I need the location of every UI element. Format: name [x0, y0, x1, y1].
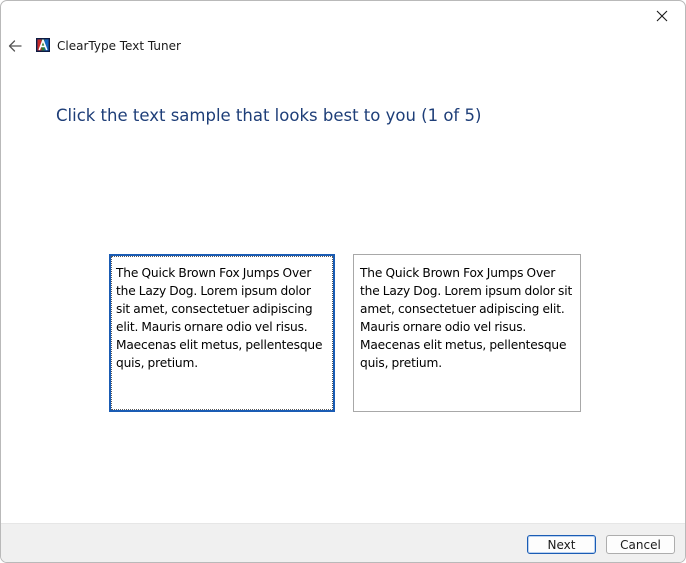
footer-bar: Next Cancel — [1, 523, 685, 562]
back-button[interactable] — [3, 34, 27, 58]
window-title: ClearType Text Tuner — [57, 39, 181, 53]
cleartype-app-icon — [36, 38, 50, 52]
close-button[interactable] — [639, 1, 685, 31]
instruction-heading: Click the text sample that looks best to… — [56, 106, 482, 125]
text-sample-1[interactable]: The Quick Brown Fox Jumps Over the Lazy … — [109, 254, 335, 412]
cancel-button[interactable]: Cancel — [606, 535, 675, 554]
text-sample-2[interactable]: The Quick Brown Fox Jumps Over the Lazy … — [353, 254, 581, 412]
back-arrow-icon — [8, 40, 22, 52]
cleartype-tuner-window: ClearType Text Tuner Click the text samp… — [0, 0, 686, 563]
sample-text: The Quick Brown Fox Jumps Over the Lazy … — [116, 266, 323, 370]
sample-text: The Quick Brown Fox Jumps Over the Lazy … — [360, 266, 573, 370]
close-icon — [656, 10, 668, 22]
next-button[interactable]: Next — [527, 535, 596, 554]
